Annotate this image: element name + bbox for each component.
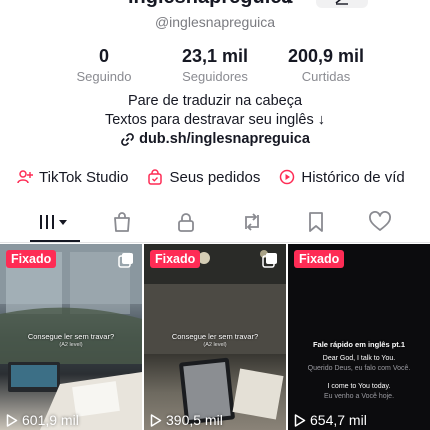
video-text-line-3: I come to You today. — [327, 383, 391, 390]
followers-count: 23,1 mil — [181, 46, 249, 66]
tab-videos[interactable] — [30, 206, 78, 238]
video-views: 654,7 mil — [294, 412, 367, 428]
followers-label: Seguidores — [182, 69, 248, 84]
video-grid: Fixado Consegue ler sem travar? (A2 leve… — [0, 244, 430, 430]
pencil-icon — [335, 0, 348, 5]
profile-tabs — [0, 206, 430, 243]
video-caption-text: Consegue ler sem travar? — [171, 332, 259, 341]
orders-link[interactable]: Seus pedidos — [146, 168, 260, 186]
account-switch-chevron-icon[interactable]: ▾ — [286, 0, 292, 7]
bio-line-1: Pare de traduzir na cabeça — [127, 93, 303, 109]
studio-icon — [16, 168, 34, 186]
video-text-line-4: Eu venho a Você hoje. — [323, 393, 395, 400]
grid-icon — [40, 215, 67, 229]
likes-stat[interactable]: 200,9 mil Curtidas — [266, 46, 386, 86]
play-icon — [150, 413, 162, 427]
play-icon — [6, 413, 18, 427]
tabs-divider — [0, 242, 430, 243]
multi-image-icon — [262, 253, 277, 268]
following-count: 0 — [98, 46, 109, 66]
orders-label: Seus pedidos — [169, 168, 261, 186]
edit-profile-button[interactable] — [316, 0, 368, 8]
video-overlay-text: Dear God, I talk to You. Querido Deus, e… — [288, 354, 430, 402]
play-icon — [294, 413, 306, 427]
bookmark-icon — [309, 212, 323, 232]
lock-icon — [178, 213, 194, 232]
likes-label: Curtidas — [301, 69, 351, 84]
video-views-count: 654,7 mil — [310, 412, 367, 428]
video-views: 390,5 mil — [150, 412, 223, 428]
bio-link-text: dub.sh/inglesnapreguica — [139, 131, 310, 147]
likes-count: 200,9 mil — [287, 46, 365, 66]
watch-history-link[interactable]: Histórico de víd — [278, 168, 405, 186]
video-caption-text: Consegue ler sem travar? — [27, 332, 115, 341]
video-caption: Consegue ler sem travar? (A2 level) — [0, 332, 142, 350]
video-views: 601,9 mil — [6, 412, 79, 428]
watch-history-label: Histórico de víd — [301, 168, 405, 186]
profile-bio: Pare de traduzir na cabeça Textos para d… — [0, 92, 430, 153]
bio-link[interactable]: dub.sh/inglesnapreguica — [120, 130, 310, 149]
bio-line-2: Textos para destravar seu inglês ↓ — [104, 112, 326, 128]
tiktok-studio-link[interactable]: TikTok Studio — [16, 168, 128, 186]
heart-icon — [369, 211, 391, 231]
following-label: Seguindo — [76, 69, 132, 84]
profile-username[interactable]: inglesnapreguica — [128, 0, 293, 9]
video-tile[interactable]: Fixado Consegue ler sem travar? (A2 leve… — [144, 244, 286, 430]
video-caption-sub: (A2 level) — [59, 342, 83, 348]
link-icon — [121, 133, 134, 146]
history-play-icon — [278, 168, 296, 186]
tab-shop[interactable] — [98, 206, 146, 238]
followers-stat[interactable]: 23,1 mil Seguidores — [155, 46, 275, 86]
profile-stats: 0 Seguindo 23,1 mil Seguidores 200,9 mil… — [0, 46, 430, 86]
quick-links-row: TikTok Studio Seus pedidos Histórico de … — [16, 166, 405, 188]
tiktok-studio-label: TikTok Studio — [39, 168, 129, 186]
pinned-badge: Fixado — [6, 250, 57, 268]
video-caption: Consegue ler sem travar? (A2 level) — [144, 332, 286, 350]
tab-reposts[interactable] — [228, 206, 276, 238]
video-caption-text: Fale rápido em inglês pt.1 — [312, 340, 406, 349]
profile-handle: @inglesnapreguica — [154, 14, 276, 30]
following-stat[interactable]: 0 Seguindo — [44, 46, 164, 86]
video-tile[interactable]: Fixado Fale rápido em inglês pt.1 Dear G… — [288, 244, 430, 430]
shopping-bag-icon — [114, 212, 130, 232]
tab-private[interactable] — [162, 206, 210, 238]
pinned-badge: Fixado — [294, 250, 345, 268]
video-text-line-2: Querido Deus, eu falo com Você. — [307, 365, 411, 372]
video-views-count: 601,9 mil — [22, 412, 79, 428]
video-caption-sub: (A2 level) — [203, 342, 227, 348]
video-tile[interactable]: Fixado Consegue ler sem travar? (A2 leve… — [0, 244, 142, 430]
orders-bag-icon — [146, 168, 164, 186]
pinned-badge: Fixado — [150, 250, 201, 268]
tab-favorites[interactable] — [292, 206, 340, 238]
multi-image-icon — [118, 253, 133, 268]
repost-icon — [245, 213, 259, 231]
tab-liked[interactable] — [356, 206, 404, 238]
video-views-count: 390,5 mil — [166, 412, 223, 428]
video-text-line-1: Dear God, I talk to You. — [322, 355, 396, 362]
